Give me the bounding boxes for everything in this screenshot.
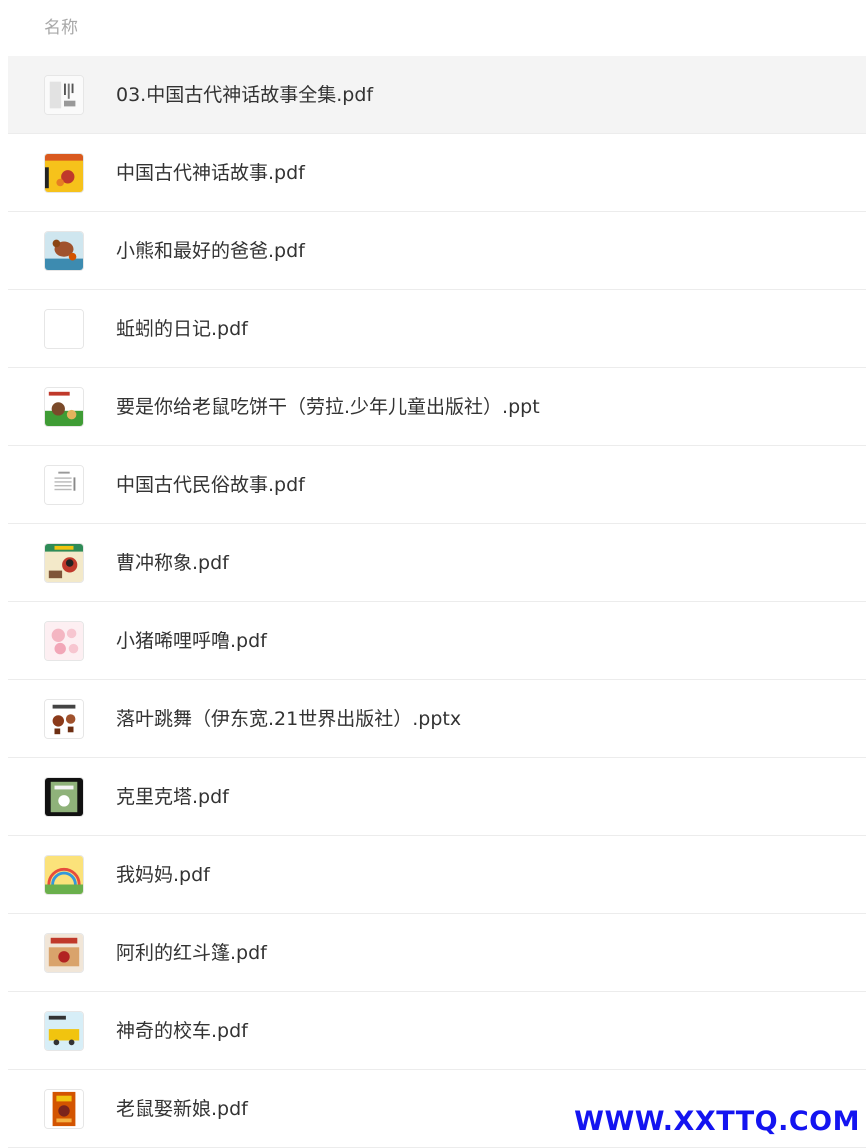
file-name: 克里克塔.pdf bbox=[116, 786, 229, 808]
file-name: 03.中国古代神话故事全集.pdf bbox=[116, 84, 374, 106]
file-row[interactable]: 克里克塔.pdf bbox=[8, 758, 866, 836]
file-row[interactable]: 中国古代民俗故事.pdf bbox=[8, 446, 866, 524]
book-cover-icon bbox=[44, 933, 84, 973]
book-cover-icon bbox=[44, 777, 84, 817]
blank-thumbnail bbox=[44, 309, 84, 349]
file-name: 要是你给老鼠吃饼干（劳拉.少年儿童出版社）.ppt bbox=[116, 396, 540, 418]
book-cover-icon bbox=[44, 621, 84, 661]
book-cover-icon bbox=[44, 75, 84, 115]
document-page-icon bbox=[44, 465, 84, 505]
book-cover-icon bbox=[44, 699, 84, 739]
file-row[interactable]: 小熊和最好的爸爸.pdf bbox=[8, 212, 866, 290]
file-name: 小熊和最好的爸爸.pdf bbox=[116, 240, 305, 262]
book-cover-icon bbox=[44, 1089, 84, 1129]
book-cover-icon bbox=[44, 1011, 84, 1051]
file-row[interactable]: 中国古代神话故事.pdf bbox=[8, 134, 866, 212]
file-name: 小猪唏哩呼噜.pdf bbox=[116, 630, 267, 652]
file-name: 神奇的校车.pdf bbox=[116, 1020, 248, 1042]
file-name: 阿利的红斗篷.pdf bbox=[116, 942, 267, 964]
file-row[interactable]: 神奇的校车.pdf bbox=[8, 992, 866, 1070]
file-row[interactable]: 曹冲称象.pdf bbox=[8, 524, 866, 602]
book-cover-icon bbox=[44, 543, 84, 583]
file-name: 中国古代民俗故事.pdf bbox=[116, 474, 305, 496]
file-name: 老鼠娶新娘.pdf bbox=[116, 1098, 248, 1120]
file-row[interactable]: 要是你给老鼠吃饼干（劳拉.少年儿童出版社）.ppt bbox=[8, 368, 866, 446]
file-name: 曹冲称象.pdf bbox=[116, 552, 229, 574]
file-name: 我妈妈.pdf bbox=[116, 864, 210, 886]
file-row[interactable]: 小猪唏哩呼噜.pdf bbox=[8, 602, 866, 680]
file-row[interactable]: 03.中国古代神话故事全集.pdf bbox=[8, 56, 866, 134]
book-cover-icon bbox=[44, 231, 84, 271]
file-list: 03.中国古代神话故事全集.pdf 中国古代神话故事.pdf 小熊和最好的爸爸.… bbox=[8, 56, 866, 1148]
file-row[interactable]: 落叶跳舞（伊东宽.21世界出版社）.pptx bbox=[8, 680, 866, 758]
file-row[interactable]: 蚯蚓的日记.pdf bbox=[8, 290, 866, 368]
book-cover-icon bbox=[44, 855, 84, 895]
name-column-header[interactable]: 名称 bbox=[44, 17, 78, 39]
file-row[interactable]: 阿利的红斗篷.pdf bbox=[8, 914, 866, 992]
file-name: 中国古代神话故事.pdf bbox=[116, 162, 305, 184]
book-cover-icon bbox=[44, 387, 84, 427]
file-name: 落叶跳舞（伊东宽.21世界出版社）.pptx bbox=[116, 708, 462, 730]
file-name: 蚯蚓的日记.pdf bbox=[116, 318, 248, 340]
site-watermark: WWW.XXTTQ.COM bbox=[574, 1106, 860, 1137]
file-row[interactable]: 我妈妈.pdf bbox=[8, 836, 866, 914]
book-cover-icon bbox=[44, 153, 84, 193]
